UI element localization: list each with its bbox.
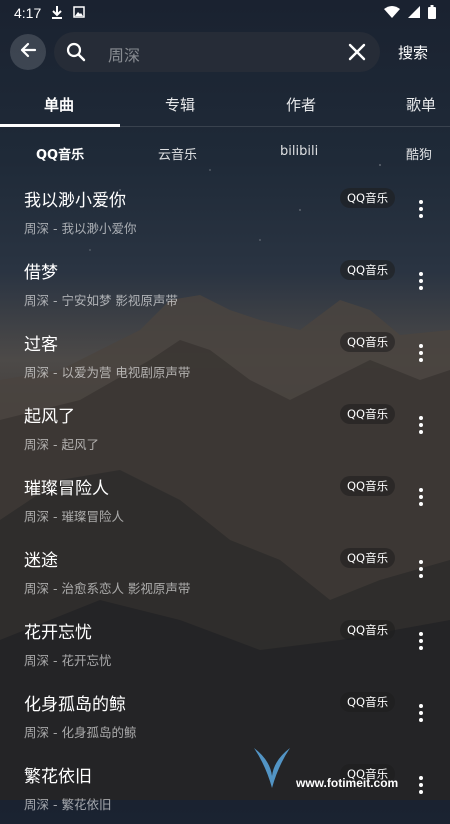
song-subtitle: 周深 - 花开忘忧 <box>24 653 112 668</box>
song-subtitle: 周深 - 我以渺小爱你 <box>24 221 137 236</box>
source-badge: QQ音乐 <box>340 692 396 712</box>
signal-icon <box>408 5 420 21</box>
more-options-icon[interactable] <box>414 488 428 512</box>
wifi-icon <box>384 5 400 21</box>
song-row[interactable]: 起风了 周深 - 起风了 QQ音乐 <box>0 392 450 464</box>
tab-playlist[interactable]: 歌单 <box>406 94 436 115</box>
song-title: 借梦 <box>24 263 58 283</box>
back-button[interactable] <box>10 34 46 70</box>
source-badge: QQ音乐 <box>340 260 396 280</box>
song-title: 起风了 <box>24 407 75 427</box>
search-icon <box>66 42 86 66</box>
song-subtitle: 周深 - 璀璨冒险人 <box>24 509 124 524</box>
song-title: 花开忘忧 <box>24 623 92 643</box>
source-kugou[interactable]: 酷狗 <box>406 144 432 163</box>
clear-icon[interactable] <box>348 43 366 65</box>
source-badge: QQ音乐 <box>340 188 396 208</box>
watermark: www.fotimeit.com <box>252 746 442 796</box>
source-tabs: QQ音乐 云音乐 bilibili 酷狗 <box>0 140 450 166</box>
image-icon <box>73 5 85 21</box>
tab-artist[interactable]: 作者 <box>286 94 316 115</box>
battery-icon <box>428 4 436 22</box>
tab-single[interactable]: 单曲 <box>44 94 74 115</box>
song-row[interactable]: 过客 周深 - 以爱为营 电视剧原声带 QQ音乐 <box>0 320 450 392</box>
song-subtitle: 周深 - 以爱为营 电视剧原声带 <box>24 365 191 380</box>
search-placeholder: 周深 <box>108 46 141 65</box>
more-options-icon[interactable] <box>414 344 428 368</box>
source-badge: QQ音乐 <box>340 332 396 352</box>
download-icon <box>51 5 63 22</box>
tab-album[interactable]: 专辑 <box>165 94 195 115</box>
more-options-icon[interactable] <box>414 560 428 584</box>
more-options-icon[interactable] <box>414 272 428 296</box>
song-subtitle: 周深 - 治愈系恋人 影视原声带 <box>24 581 191 596</box>
song-title: 璀璨冒险人 <box>24 479 109 499</box>
song-title: 繁花依旧 <box>24 767 92 787</box>
song-row[interactable]: 迷途 周深 - 治愈系恋人 影视原声带 QQ音乐 <box>0 536 450 608</box>
watermark-logo-icon <box>252 746 292 794</box>
source-qq[interactable]: QQ音乐 <box>36 144 84 163</box>
source-badge: QQ音乐 <box>340 476 396 496</box>
tabs-divider <box>0 126 450 127</box>
source-badge: QQ音乐 <box>340 620 396 640</box>
source-badge: QQ音乐 <box>340 404 396 424</box>
search-input[interactable]: 周深 <box>54 32 380 72</box>
song-row[interactable]: 我以渺小爱你 周深 - 我以渺小爱你 QQ音乐 <box>0 176 450 248</box>
more-options-icon[interactable] <box>414 416 428 440</box>
status-bar: 4:17 <box>0 0 450 26</box>
watermark-url: www.fotimeit.com <box>296 776 399 790</box>
song-title: 迷途 <box>24 551 58 571</box>
song-row[interactable]: 化身孤岛的鲸 周深 - 化身孤岛的鲸 QQ音乐 <box>0 680 450 752</box>
source-bilibili[interactable]: bilibili <box>280 144 318 159</box>
song-subtitle: 周深 - 化身孤岛的鲸 <box>24 725 137 740</box>
search-button[interactable]: 搜索 <box>398 42 428 63</box>
category-tabs: 单曲 专辑 作者 歌单 <box>0 88 450 128</box>
source-cloud[interactable]: 云音乐 <box>158 144 197 163</box>
more-options-icon[interactable] <box>414 704 428 728</box>
song-row[interactable]: 花开忘忧 周深 - 花开忘忧 QQ音乐 <box>0 608 450 680</box>
more-options-icon[interactable] <box>414 200 428 224</box>
status-time: 4:17 <box>14 5 42 21</box>
song-subtitle: 周深 - 起风了 <box>24 437 99 452</box>
song-title: 化身孤岛的鲸 <box>24 695 126 715</box>
song-row[interactable]: 借梦 周深 - 宁安如梦 影视原声带 QQ音乐 <box>0 248 450 320</box>
song-subtitle: 周深 - 宁安如梦 影视原声带 <box>24 293 178 308</box>
more-options-icon[interactable] <box>414 632 428 656</box>
search-bar: 周深 搜索 <box>0 30 450 76</box>
song-title: 我以渺小爱你 <box>24 191 126 211</box>
song-subtitle: 周深 - 繁花依旧 <box>24 797 112 812</box>
song-row[interactable]: 璀璨冒险人 周深 - 璀璨冒险人 QQ音乐 <box>0 464 450 536</box>
source-badge: QQ音乐 <box>340 548 396 568</box>
arrow-left-icon <box>19 41 37 63</box>
song-title: 过客 <box>24 335 58 355</box>
